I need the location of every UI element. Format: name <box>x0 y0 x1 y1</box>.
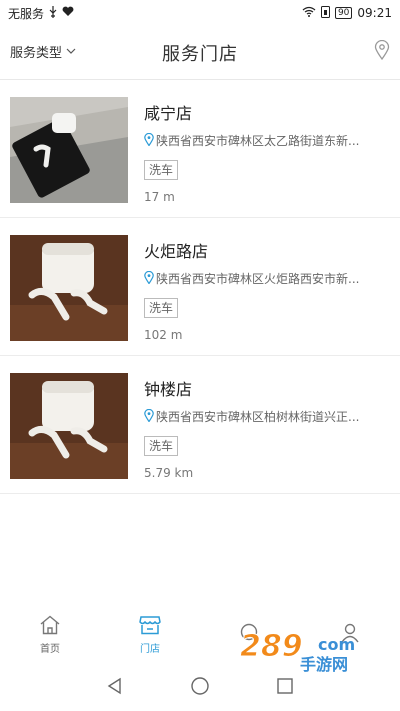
address-text: 陕西省西安市碑林区太乙路街道东新... <box>156 134 360 148</box>
status-time: 09:21 <box>357 6 392 20</box>
home-icon <box>39 615 61 638</box>
page-title: 服务门店 <box>162 44 238 65</box>
store-distance: 5.79 km <box>144 466 194 480</box>
store-address: 陕西省西安市碑林区柏树林街道兴正... <box>144 408 384 425</box>
store-name: 咸宁店 <box>144 104 193 123</box>
heart-icon <box>62 6 74 20</box>
store-item[interactable]: 咸宁店 陕西省西安市碑林区太乙路街道东新... 洗车 17 m <box>0 80 400 218</box>
location-pin-icon <box>374 39 390 64</box>
store-list: 咸宁店 陕西省西安市碑林区太乙路街道东新... 洗车 17 m 火炬路店 陕西省… <box>0 80 400 494</box>
tab-profile[interactable] <box>310 623 390 648</box>
back-button[interactable] <box>106 677 124 699</box>
status-right: 90 09:21 <box>302 5 392 21</box>
store-distance: 102 m <box>144 328 183 342</box>
store-item[interactable]: 钟楼店 陕西省西安市碑林区柏树林街道兴正... 洗车 5.79 km <box>0 356 400 494</box>
usb-icon <box>48 5 58 21</box>
home-button[interactable] <box>190 676 210 700</box>
bottom-tab-bar: 首页 门店 <box>0 610 400 660</box>
store-name: 火炬路店 <box>144 242 209 261</box>
system-nav-bar <box>0 664 400 711</box>
sim-icon <box>320 5 330 21</box>
location-pin-icon <box>144 270 154 287</box>
service-tag: 洗车 <box>144 298 179 318</box>
store-distance: 17 m <box>144 190 175 204</box>
store-thumbnail <box>10 373 128 479</box>
tab-search[interactable] <box>210 623 290 648</box>
store-address: 陕西省西安市碑林区火炬路西安市新... <box>144 270 384 287</box>
location-pin-icon <box>144 132 154 149</box>
tab-store[interactable]: 门店 <box>110 615 190 655</box>
store-address: 陕西省西安市碑林区太乙路街道东新... <box>144 132 384 149</box>
tab-label: 首页 <box>40 644 60 655</box>
store-name: 钟楼店 <box>144 380 193 399</box>
user-icon <box>339 623 361 646</box>
service-tag: 洗车 <box>144 436 179 456</box>
wifi-icon <box>302 6 316 20</box>
store-thumbnail <box>10 97 128 203</box>
store-item[interactable]: 火炬路店 陕西省西安市碑林区火炬路西安市新... 洗车 102 m <box>0 218 400 356</box>
location-button[interactable] <box>374 39 390 64</box>
service-tag: 洗车 <box>144 160 179 180</box>
store-icon <box>139 615 161 638</box>
location-pin-icon <box>144 408 154 425</box>
tab-home[interactable]: 首页 <box>10 615 90 655</box>
recents-button[interactable] <box>276 677 294 699</box>
battery-indicator: 90 <box>334 7 353 19</box>
tab-label: 门店 <box>140 644 160 655</box>
status-bar: 无服务 90 09:21 <box>0 0 400 26</box>
address-text: 陕西省西安市碑林区火炬路西安市新... <box>156 272 360 286</box>
store-thumbnail <box>10 235 128 341</box>
status-left: 无服务 <box>8 5 74 22</box>
address-text: 陕西省西安市碑林区柏树林街道兴正... <box>156 410 360 424</box>
search-icon <box>239 623 261 646</box>
carrier-label: 无服务 <box>8 6 45 21</box>
header: 服务类型 服务门店 <box>0 26 400 80</box>
